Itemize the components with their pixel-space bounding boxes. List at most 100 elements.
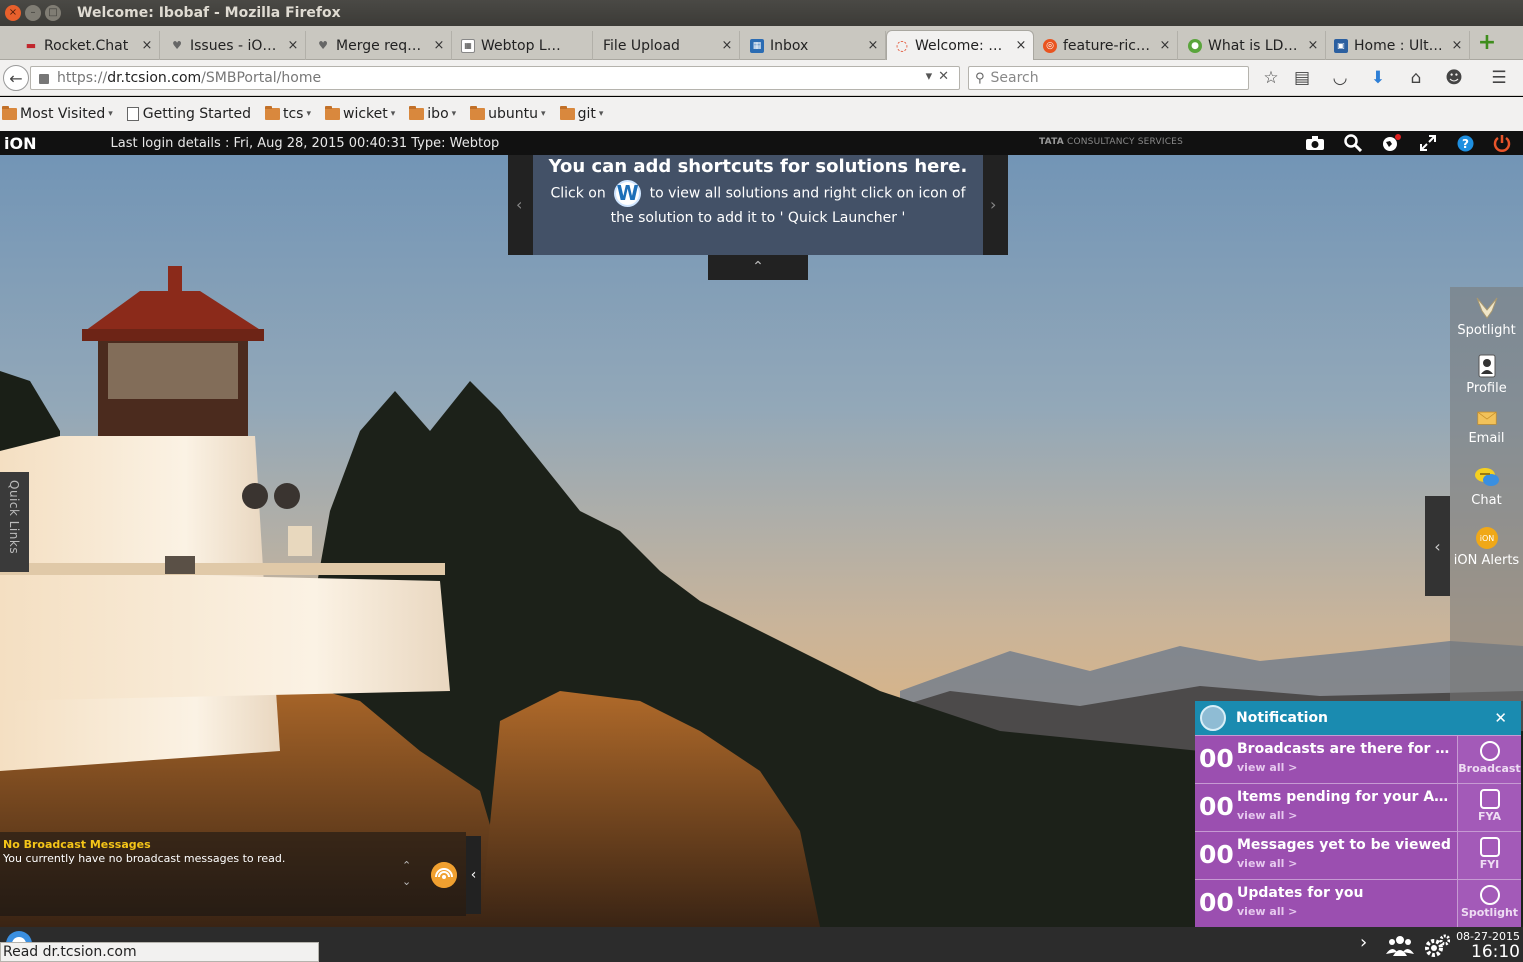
notification-row-title: Items pending for your A… xyxy=(1237,789,1449,805)
chevron-left-icon[interactable]: ‹ xyxy=(516,195,522,214)
chevron-right-icon[interactable]: › xyxy=(990,195,996,214)
status-text: Read dr.tcsion.com xyxy=(3,944,137,960)
reading-list-icon[interactable]: ▤ xyxy=(1291,67,1313,89)
window-minimize-button[interactable]: – xyxy=(25,5,41,21)
tab-close-icon[interactable]: × xyxy=(431,38,447,53)
fyi-side-button[interactable]: FYI xyxy=(1457,832,1521,879)
window-maximize-button[interactable]: □ xyxy=(45,5,61,21)
tab-inbox[interactable]: ▦ Inbox × xyxy=(742,31,886,60)
chevron-left-icon: ‹ xyxy=(470,867,477,883)
new-tab-button[interactable]: + xyxy=(1476,32,1498,54)
gitlab-favicon-icon: ♥ xyxy=(172,39,182,52)
bookmark-label: ubuntu xyxy=(488,106,539,122)
broadcast-strip-toggle[interactable]: ‹ xyxy=(466,836,481,914)
bookmark-label: Getting Started xyxy=(142,106,251,122)
all-solutions-logo-icon[interactable]: W xyxy=(614,180,642,207)
tab-feature-rich[interactable]: ◎ feature-ric… × xyxy=(1035,31,1178,60)
notification-count: 00 xyxy=(1199,888,1234,917)
broadcast-icon[interactable] xyxy=(431,862,457,888)
chevron-up-icon[interactable]: ⌃ xyxy=(402,858,411,874)
search-placeholder: Search xyxy=(990,70,1039,86)
bookmark-tcs[interactable]: tcs ▾ xyxy=(265,106,311,122)
tab-close-icon[interactable]: × xyxy=(285,38,301,53)
window-title: Welcome: Ibobaf - Mozilla Firefox xyxy=(77,5,341,21)
close-icon[interactable]: ✕ xyxy=(1494,709,1507,727)
tab-file-upload[interactable]: File Upload × xyxy=(595,31,740,60)
tab-close-icon[interactable]: × xyxy=(1305,38,1321,53)
side-label: Spotlight xyxy=(1460,906,1519,919)
search-icon[interactable] xyxy=(1342,133,1364,153)
tab-label: What is LD… xyxy=(1208,37,1298,54)
bookmark-wicket[interactable]: wicket ▾ xyxy=(325,106,395,122)
navigation-bar: ← https://dr.tcsion.com/SMBPortal/home ▾… xyxy=(0,60,1523,96)
view-all-link[interactable]: view all > xyxy=(1237,809,1297,822)
pocket-icon[interactable]: ◡ xyxy=(1329,67,1351,89)
tab-close-icon[interactable]: × xyxy=(139,38,155,53)
sidebar-item-label: Email xyxy=(1468,431,1505,446)
search-input[interactable]: ⚲ Search xyxy=(968,66,1249,90)
quick-links-tab[interactable]: Quick Links xyxy=(0,472,29,572)
tab-close-icon[interactable]: × xyxy=(719,38,735,53)
fya-side-button[interactable]: FYA xyxy=(1457,784,1521,831)
broadcast-side-button[interactable]: Broadcast xyxy=(1457,736,1521,783)
globe-language-icon[interactable] xyxy=(1380,133,1402,153)
sidebar-item-spotlight[interactable]: Spotlight xyxy=(1450,295,1523,338)
sidebar-item-profile[interactable]: Profile xyxy=(1450,353,1523,396)
tab-issues[interactable]: ♥ Issues - iO… × xyxy=(162,31,306,60)
tab-webtop[interactable]: ▦ Webtop L… xyxy=(453,31,593,60)
camera-icon[interactable] xyxy=(1304,133,1326,153)
bookmark-getting-started[interactable]: Getting Started xyxy=(126,106,251,122)
right-sidebar-collapse-button[interactable]: ‹ xyxy=(1425,496,1450,596)
page-icon xyxy=(126,107,139,121)
back-button[interactable]: ← xyxy=(3,65,29,91)
notification-row-broadcasts[interactable]: 00 Broadcasts are there for … view all >… xyxy=(1195,735,1521,783)
tab-close-icon[interactable]: × xyxy=(1449,38,1465,53)
sidebar-item-chat[interactable]: Chat xyxy=(1450,465,1523,508)
tab-merge-requests[interactable]: ♥ Merge req… × xyxy=(308,31,452,60)
quick-launcher-collapse-button[interactable]: ⌃ xyxy=(708,255,808,280)
view-all-link[interactable]: view all > xyxy=(1237,857,1297,870)
window-close-button[interactable]: × xyxy=(5,5,21,21)
notification-row-fya[interactable]: 00 Items pending for your A… view all > … xyxy=(1195,783,1521,831)
tab-close-icon[interactable]: × xyxy=(1013,38,1029,53)
bookmark-ibo[interactable]: ibo ▾ xyxy=(409,106,456,122)
download-icon[interactable]: ⬇ xyxy=(1367,67,1389,89)
globe-favicon-icon: ● xyxy=(1188,38,1202,53)
tcs-vendor-rest: CONSULTANCY SERVICES xyxy=(1063,137,1183,147)
fullscreen-icon[interactable] xyxy=(1417,133,1439,153)
power-logout-icon[interactable] xyxy=(1491,133,1513,153)
users-group-icon[interactable] xyxy=(1386,934,1414,956)
view-all-link[interactable]: view all > xyxy=(1237,761,1297,774)
bookmark-ubuntu[interactable]: ubuntu ▾ xyxy=(470,106,546,122)
bookmark-label: tcs xyxy=(283,106,304,122)
tab-welcome-active[interactable]: ◌ Welcome: … × xyxy=(886,30,1034,60)
url-bar[interactable]: https://dr.tcsion.com/SMBPortal/home ▾✕ xyxy=(30,66,960,90)
clock-time: 16:10 xyxy=(1471,942,1520,962)
tab-rocket-chat[interactable]: ▬ Rocket.Chat × xyxy=(16,31,160,60)
notification-row-fyi[interactable]: 00 Messages yet to be viewed view all > … xyxy=(1195,831,1521,879)
spotlight-side-button[interactable]: Spotlight xyxy=(1457,880,1521,927)
chevron-right-icon[interactable]: › xyxy=(1360,932,1367,953)
view-all-link[interactable]: view all > xyxy=(1237,905,1297,918)
hello-chat-icon[interactable]: ☻ xyxy=(1443,67,1465,89)
url-dropdown-clear-icon[interactable]: ▾✕ xyxy=(926,69,955,84)
tab-home-ultimatix[interactable]: ▣ Home : Ult… × xyxy=(1326,31,1470,60)
tab-close-icon[interactable]: × xyxy=(865,38,881,53)
ion-logo: iON xyxy=(4,133,37,153)
tab-close-icon[interactable]: × xyxy=(1157,38,1173,53)
broadcast-icon xyxy=(1479,741,1500,761)
menu-icon[interactable]: ☰ xyxy=(1488,67,1510,89)
home-icon[interactable]: ⌂ xyxy=(1405,67,1427,89)
sidebar-item-email[interactable]: Email xyxy=(1450,409,1523,446)
bookmark-git[interactable]: git ▾ xyxy=(559,106,603,122)
tab-what-is-ldap[interactable]: ● What is LD… × xyxy=(1180,31,1326,60)
chevron-down-icon[interactable]: ⌄ xyxy=(402,874,411,890)
url-scheme: https:// xyxy=(57,70,108,86)
sidebar-item-ion-alerts[interactable]: iON iON Alerts xyxy=(1450,525,1523,568)
notification-row-updates[interactable]: 00 Updates for you view all > Spotlight xyxy=(1195,879,1521,927)
bookmark-star-icon[interactable]: ☆ xyxy=(1260,67,1282,89)
settings-gear-icon[interactable] xyxy=(1424,934,1450,958)
ion-alerts-icon: iON xyxy=(1475,527,1498,549)
help-icon[interactable]: ? xyxy=(1454,133,1476,153)
bookmark-most-visited[interactable]: Most Visited ▾ xyxy=(2,106,113,122)
